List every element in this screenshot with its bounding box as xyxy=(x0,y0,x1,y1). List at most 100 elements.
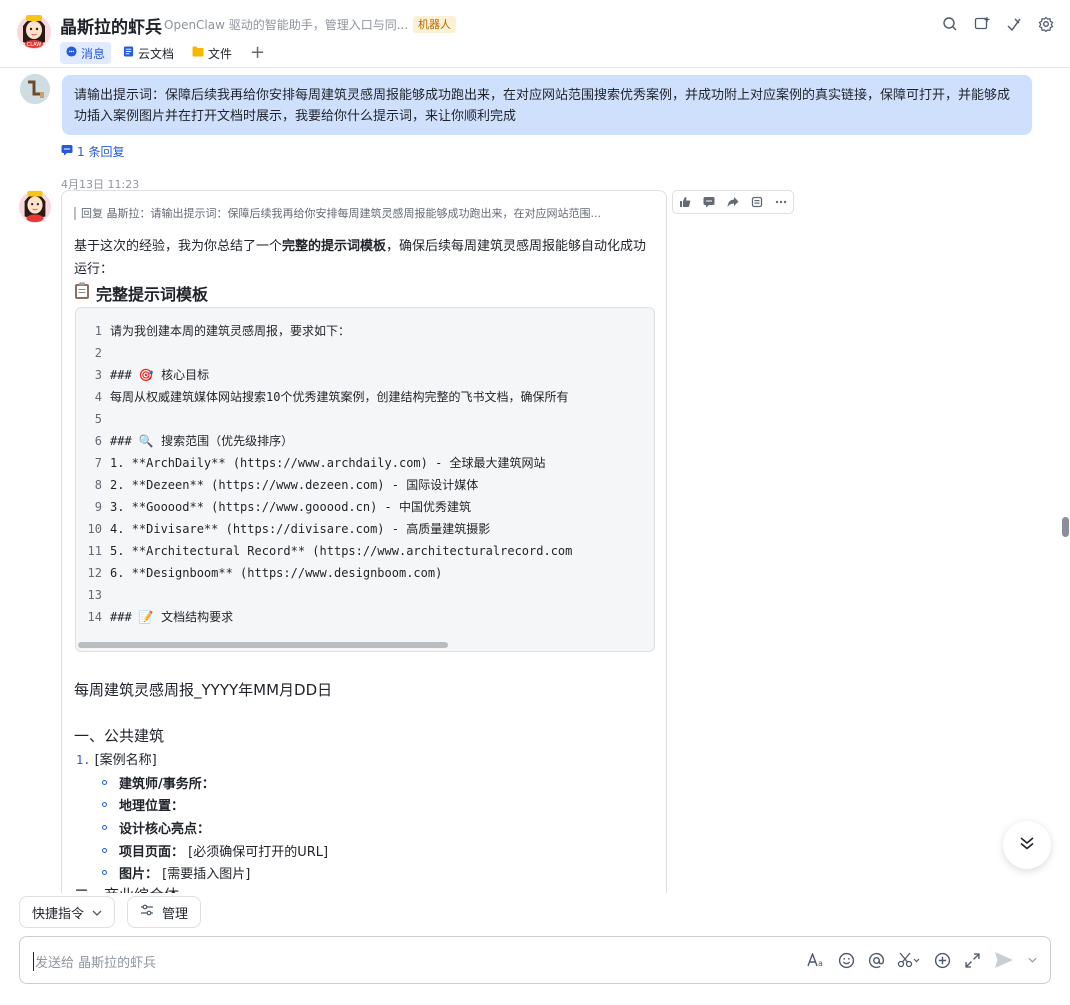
bullet-dot-icon xyxy=(102,824,107,830)
reply-count-link[interactable]: 1 条回复 xyxy=(61,143,124,160)
bullet-text: 建筑师/事务所： xyxy=(119,773,215,792)
mention-icon[interactable] xyxy=(866,950,886,970)
user-message-bubble[interactable]: 请输出提示词：保障后续我再给你安排每周建筑灵感周报能够成功跑出来，在对应网站范围… xyxy=(62,75,1032,135)
line-number: 2 xyxy=(94,346,102,360)
send-icon[interactable] xyxy=(992,950,1016,970)
bullet-value: [必须确保可打开的URL] xyxy=(188,844,329,860)
chat-subtitle: OpenClaw 驱动的智能助手，管理入口与同... xyxy=(164,18,409,32)
bullet-list: 建筑师/事务所： 地理位置： 设计核心亮点： 项目页面： [必须确保可打开的UR… xyxy=(102,771,328,884)
bot-avatar[interactable]: CLAW xyxy=(16,12,52,50)
section-title: 二、商业综合体 xyxy=(74,884,179,893)
code-line: 7 1. **ArchDaily** (https://www.archdaily… xyxy=(76,452,654,474)
bot-badge: 机器人 xyxy=(413,16,456,33)
expand-icon[interactable] xyxy=(962,950,982,970)
text-format-icon[interactable]: a xyxy=(806,950,826,970)
list-item-text: [案例名称] xyxy=(94,753,157,768)
quoted-reply[interactable]: 回复 晶斯拉：请输出提示词：保障后续我再给你安排每周建筑灵感周报能够成功跑出来，… xyxy=(74,207,654,220)
code-line: 8 2. **Dezeen** (https://www.dezeen.com) … xyxy=(76,474,654,496)
send-options-chevron-icon[interactable] xyxy=(1026,950,1038,970)
code-line-text: 请为我创建本周的建筑灵感周报，要求如下： xyxy=(110,324,351,338)
bullet-item: 图片： [需要插入图片] xyxy=(102,861,328,884)
code-line-text: 4. **Divisare** (https://divisare.com) -… xyxy=(110,522,491,536)
search-icon[interactable] xyxy=(940,14,960,34)
code-line-text: ### 🔍 搜索范围（优先级排序） xyxy=(110,434,294,448)
code-line: 9 3. **Gooood** (https://www.gooood.cn) -… xyxy=(76,496,654,518)
edit-icon[interactable] xyxy=(1004,14,1024,34)
code-line: 12 6. **Designboom** (https://www.designb… xyxy=(76,562,654,584)
chat-header: CLAW 晶斯拉的虾兵 OpenClaw 驱动的智能助手，管理入口与同... 机… xyxy=(0,0,1070,68)
doc-title-text: 每周建筑灵感周报_YYYY年MM月DD日 xyxy=(74,681,333,699)
code-line: 6 ### 🔍 搜索范围（优先级排序） xyxy=(76,430,654,452)
tab-messages[interactable]: 消息 xyxy=(60,42,112,64)
code-line-text: 6. **Designboom** (https://www.designboo… xyxy=(110,566,443,580)
more-icon[interactable] xyxy=(769,191,793,213)
add-to-chat-icon[interactable] xyxy=(972,14,992,34)
settings-icon[interactable] xyxy=(1036,14,1056,34)
bullet-text: 设计核心亮点： xyxy=(119,818,210,837)
code-block[interactable]: 1 请为我创建本周的建筑灵感周报，要求如下： 2 3 ### 🎯 核心目标 4 每周从权威建… xyxy=(75,307,655,652)
code-line-text: 1. **ArchDaily** (https://www.archdaily.… xyxy=(110,456,546,470)
code-lines: 1 请为我创建本周的建筑灵感周报，要求如下： 2 3 ### 🎯 核心目标 4 每周从权威建… xyxy=(76,320,654,628)
quick-command-label: 快捷指令 xyxy=(32,906,85,922)
clipboard-icon xyxy=(74,282,90,304)
message-action-bar xyxy=(672,190,794,214)
vertical-scrollbar[interactable] xyxy=(1062,517,1069,537)
line-number: 12 xyxy=(87,566,102,580)
manage-button[interactable]: 管理 xyxy=(127,896,202,928)
tab-files[interactable]: 文件 xyxy=(186,42,238,64)
bullet-value: [需要插入图片] xyxy=(162,867,251,883)
bullet-item: 建筑师/事务所： xyxy=(102,771,328,794)
code-line: 5 xyxy=(76,408,654,430)
forward-icon[interactable] xyxy=(721,191,745,213)
line-number: 4 xyxy=(94,390,102,404)
code-line-text: 2. **Dezeen** (https://www.dezeen.com) -… xyxy=(110,478,479,492)
code-line-text: 每周从权威建筑媒体网站搜索10个优秀建筑案例，创建结构完整的飞书文档，确保所有 xyxy=(110,390,569,404)
intro-paragraph: 基于这次的经验，我为你总结了一个完整的提示词模板，确保后续每周建筑灵感周报能够自… xyxy=(74,235,654,281)
reply-icon xyxy=(61,144,73,159)
line-number: 5 xyxy=(94,412,102,426)
bot-avatar[interactable] xyxy=(18,188,52,224)
tab-label: 文件 xyxy=(208,46,233,61)
tab-cloud-docs[interactable]: 云文档 xyxy=(117,42,180,64)
chevron-down-icon xyxy=(92,905,102,920)
thumbs-up-icon[interactable] xyxy=(673,191,697,213)
bullet-text: 图片： [需要插入图片] xyxy=(119,863,250,882)
svg-text:CLAW: CLAW xyxy=(27,42,42,48)
emoji-icon[interactable] xyxy=(836,950,856,970)
bot-message-card[interactable]: 回复 晶斯拉：请输出提示词：保障后续我再给你安排每周建筑灵感周报能够成功跑出来，… xyxy=(61,190,667,893)
list-number: 1. xyxy=(76,753,91,767)
bullet-text: 地理位置： xyxy=(119,795,184,814)
bullet-dot-icon xyxy=(102,847,107,853)
bullet-label: 设计核心亮点： xyxy=(119,821,211,837)
tab-label: 云文档 xyxy=(138,46,175,61)
line-number: 1 xyxy=(94,324,102,338)
code-horizontal-scrollbar[interactable] xyxy=(78,642,448,648)
screenshot-icon[interactable] xyxy=(896,950,922,970)
bullet-dot-icon xyxy=(102,779,107,785)
message-list[interactable]: 请输出提示词：保障后续我再给你安排每周建筑灵感周报能够成功跑出来，在对应网站范围… xyxy=(0,68,1070,893)
folder-icon xyxy=(192,46,204,60)
add-tab-button[interactable]: + xyxy=(244,42,271,64)
doc-icon xyxy=(123,46,134,60)
comment-icon[interactable] xyxy=(697,191,721,213)
bullet-item: 设计核心亮点： xyxy=(102,816,328,839)
line-number: 8 xyxy=(94,478,102,492)
code-line-text: 3. **Gooood** (https://www.gooood.cn) - … xyxy=(110,500,471,514)
line-number: 13 xyxy=(87,588,102,602)
plus-circle-icon[interactable] xyxy=(932,950,952,970)
bullet-dot-icon xyxy=(102,802,107,808)
code-line: 11 5. **Architectural Record** (https://w… xyxy=(76,540,654,562)
scroll-to-bottom-button[interactable] xyxy=(1003,821,1051,869)
code-line: 3 ### 🎯 核心目标 xyxy=(76,364,654,386)
reply-count-label: 1 条回复 xyxy=(77,145,125,159)
code-line: 10 4. **Divisare** (https://divisare.com)… xyxy=(76,518,654,540)
line-number: 6 xyxy=(94,434,102,448)
svg-text:a: a xyxy=(818,959,823,967)
quick-command-button[interactable]: 快捷指令 xyxy=(19,896,116,928)
message-input[interactable]: 发送给 晶斯拉的虾兵 a xyxy=(19,936,1051,984)
user-avatar[interactable] xyxy=(20,74,50,104)
line-number: 7 xyxy=(94,456,102,470)
bullet-label: 项目页面： xyxy=(119,844,185,860)
quote-icon[interactable] xyxy=(745,191,769,213)
code-line-text: ### 🎯 核心目标 xyxy=(110,368,210,382)
